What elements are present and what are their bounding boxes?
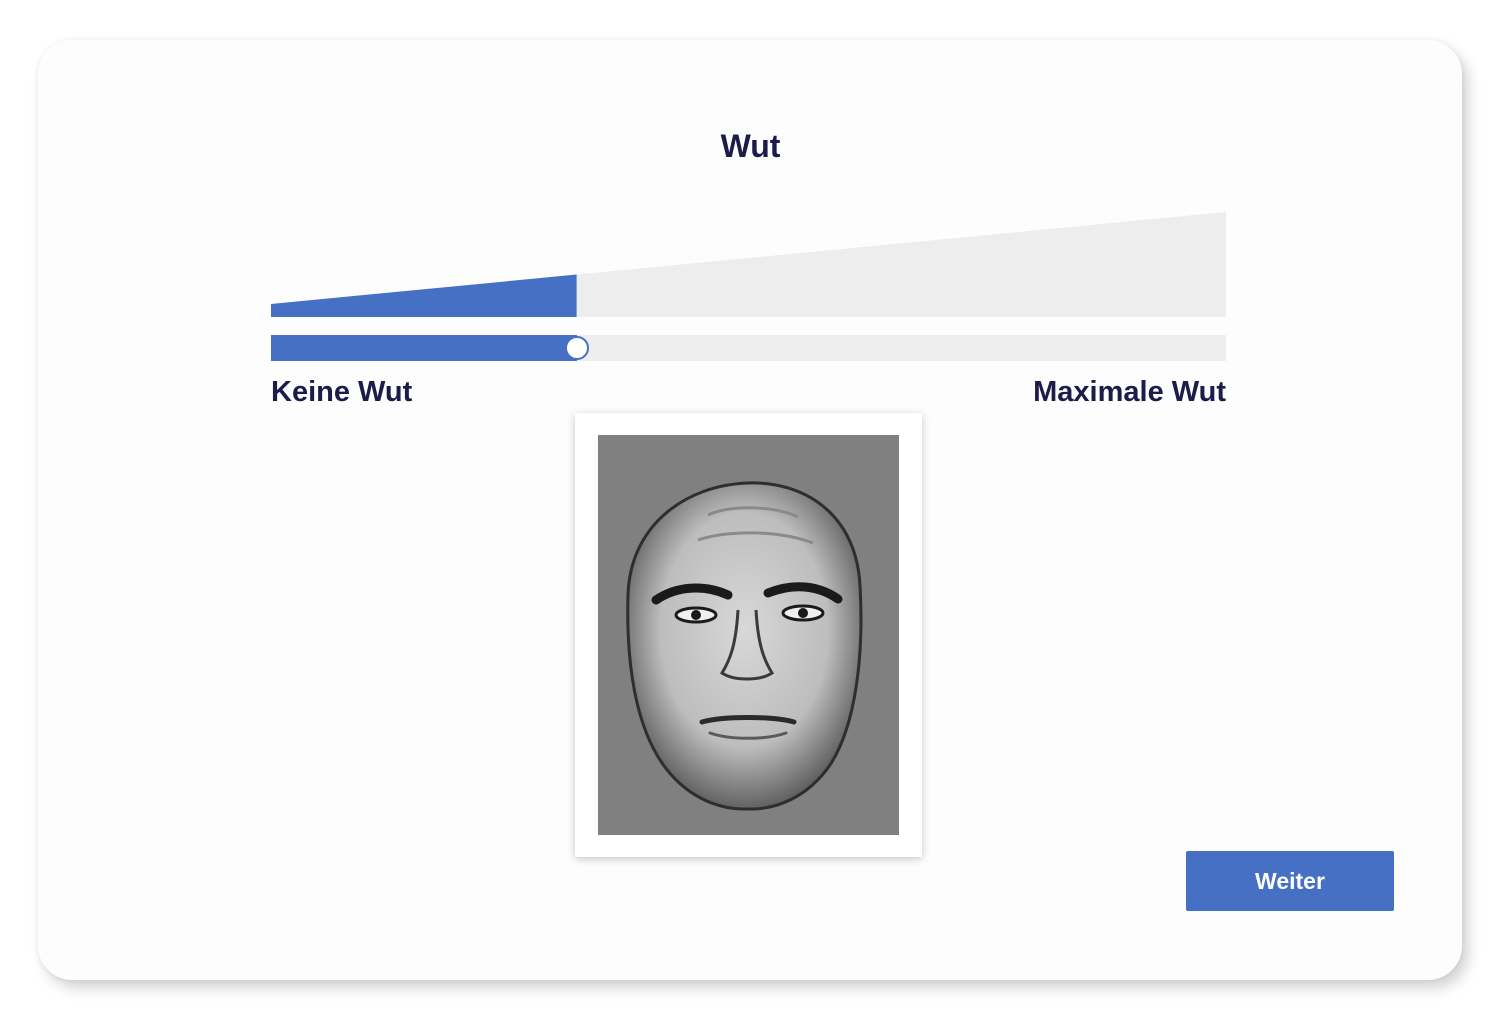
question-title: Wut: [720, 128, 781, 164]
slider-fill: [271, 335, 577, 361]
face-photo-frame: [575, 413, 922, 857]
intensity-wedge-fill: [271, 274, 577, 317]
next-button[interactable]: Weiter: [1186, 851, 1394, 911]
scale-min-label: Keine Wut: [271, 376, 413, 408]
intensity-wedge: [271, 212, 1226, 317]
slider-thumb[interactable]: [564, 336, 589, 360]
face-icon: [626, 481, 863, 811]
scale-max-label: Maximale Wut: [1033, 376, 1226, 408]
intensity-slider[interactable]: [271, 335, 1226, 361]
face-photo: [598, 435, 899, 835]
